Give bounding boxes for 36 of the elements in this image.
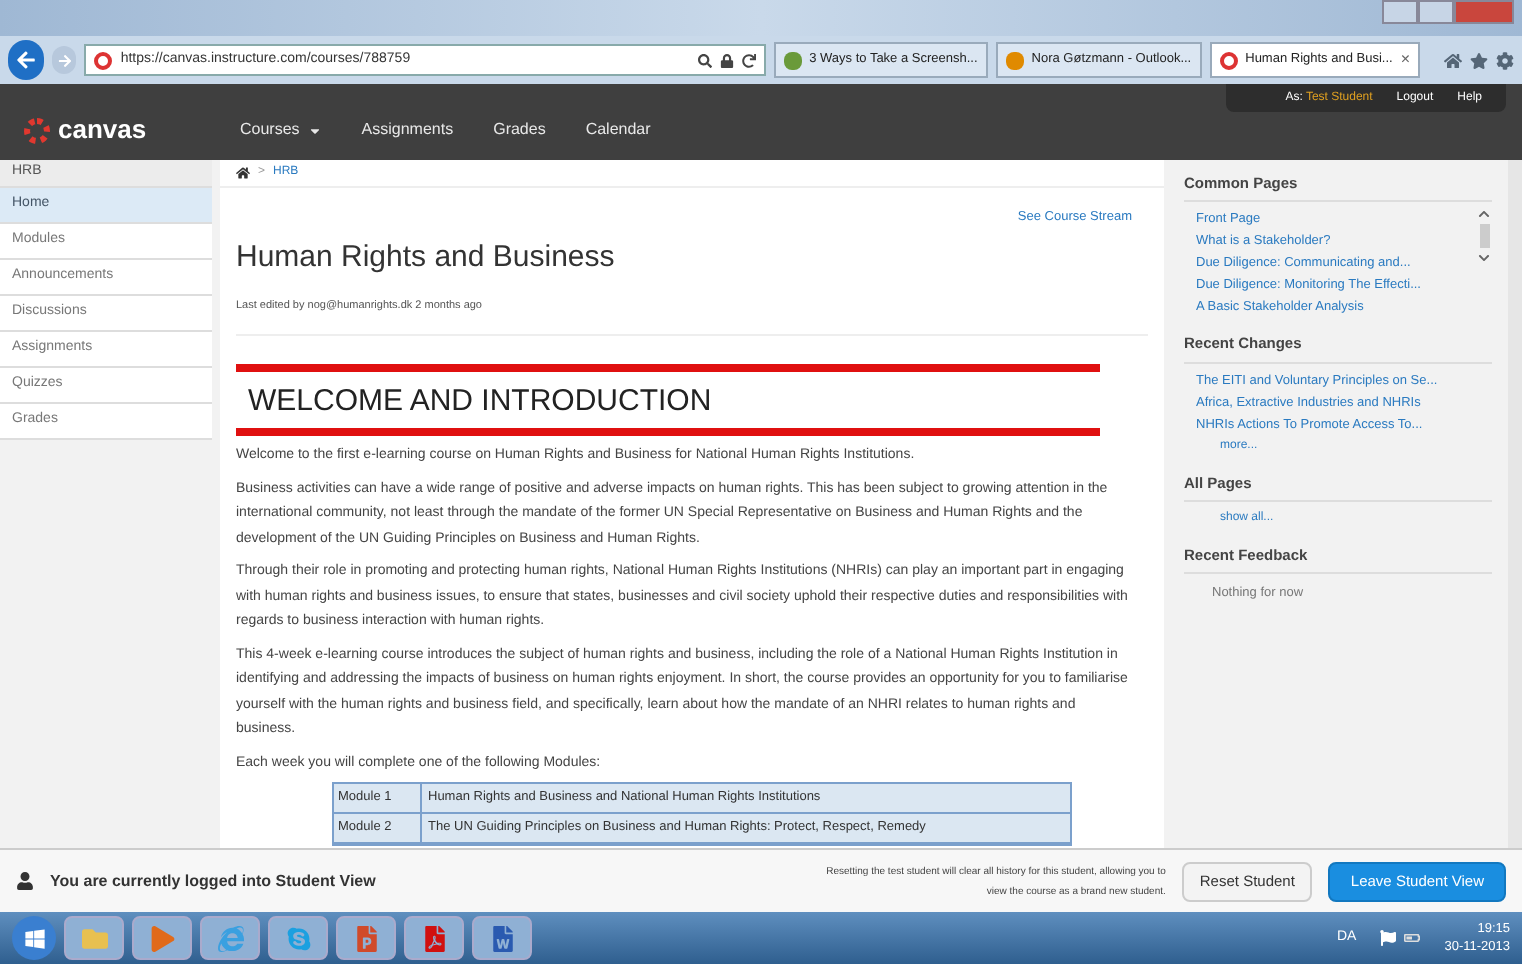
maximize-button[interactable] [1418, 0, 1454, 24]
flag-icon[interactable] [1380, 930, 1397, 946]
logo-icon [24, 117, 50, 143]
nav-link[interactable]: Grades [493, 118, 546, 142]
scrollbar[interactable] [1508, 160, 1522, 848]
favorites-icon[interactable] [1470, 51, 1488, 69]
student-view-message: You are currently logged into Student View [50, 869, 378, 893]
presentation-icon[interactable] [336, 916, 396, 960]
section-heading: WELCOME AND INTRODUCTION [248, 381, 714, 422]
nav-link[interactable]: Assignments [361, 118, 454, 142]
lock-icon [719, 53, 734, 67]
nav-link[interactable]: Courses [240, 118, 322, 142]
windows-logo-icon [23, 927, 45, 949]
chevron-up-icon[interactable] [1478, 208, 1490, 221]
document-icon [783, 51, 802, 69]
minimize-button[interactable] [1382, 0, 1418, 24]
search-icon[interactable] [697, 53, 712, 67]
scroll-thumb[interactable] [1479, 224, 1489, 249]
page-title: Human Rights and Business [236, 238, 615, 278]
arrow-right-icon [57, 53, 72, 67]
logo-icon [94, 51, 113, 69]
battery-icon[interactable] [1404, 930, 1421, 946]
user-icon [16, 872, 34, 890]
nav-link[interactable]: Calendar [585, 118, 651, 142]
chevron-down-icon[interactable] [1478, 252, 1490, 265]
mail-icon [1005, 51, 1024, 69]
settings-icon[interactable] [1496, 51, 1514, 69]
arrow-left-icon [15, 50, 36, 70]
logo-text: canvas [58, 112, 147, 149]
pdf-icon[interactable] [404, 916, 464, 960]
refresh-icon[interactable] [741, 53, 756, 67]
document-icon[interactable] [472, 916, 532, 960]
home-icon[interactable] [236, 166, 250, 180]
start-button[interactable] [12, 916, 56, 960]
logo-icon [1219, 51, 1238, 69]
back-button[interactable] [8, 40, 44, 80]
